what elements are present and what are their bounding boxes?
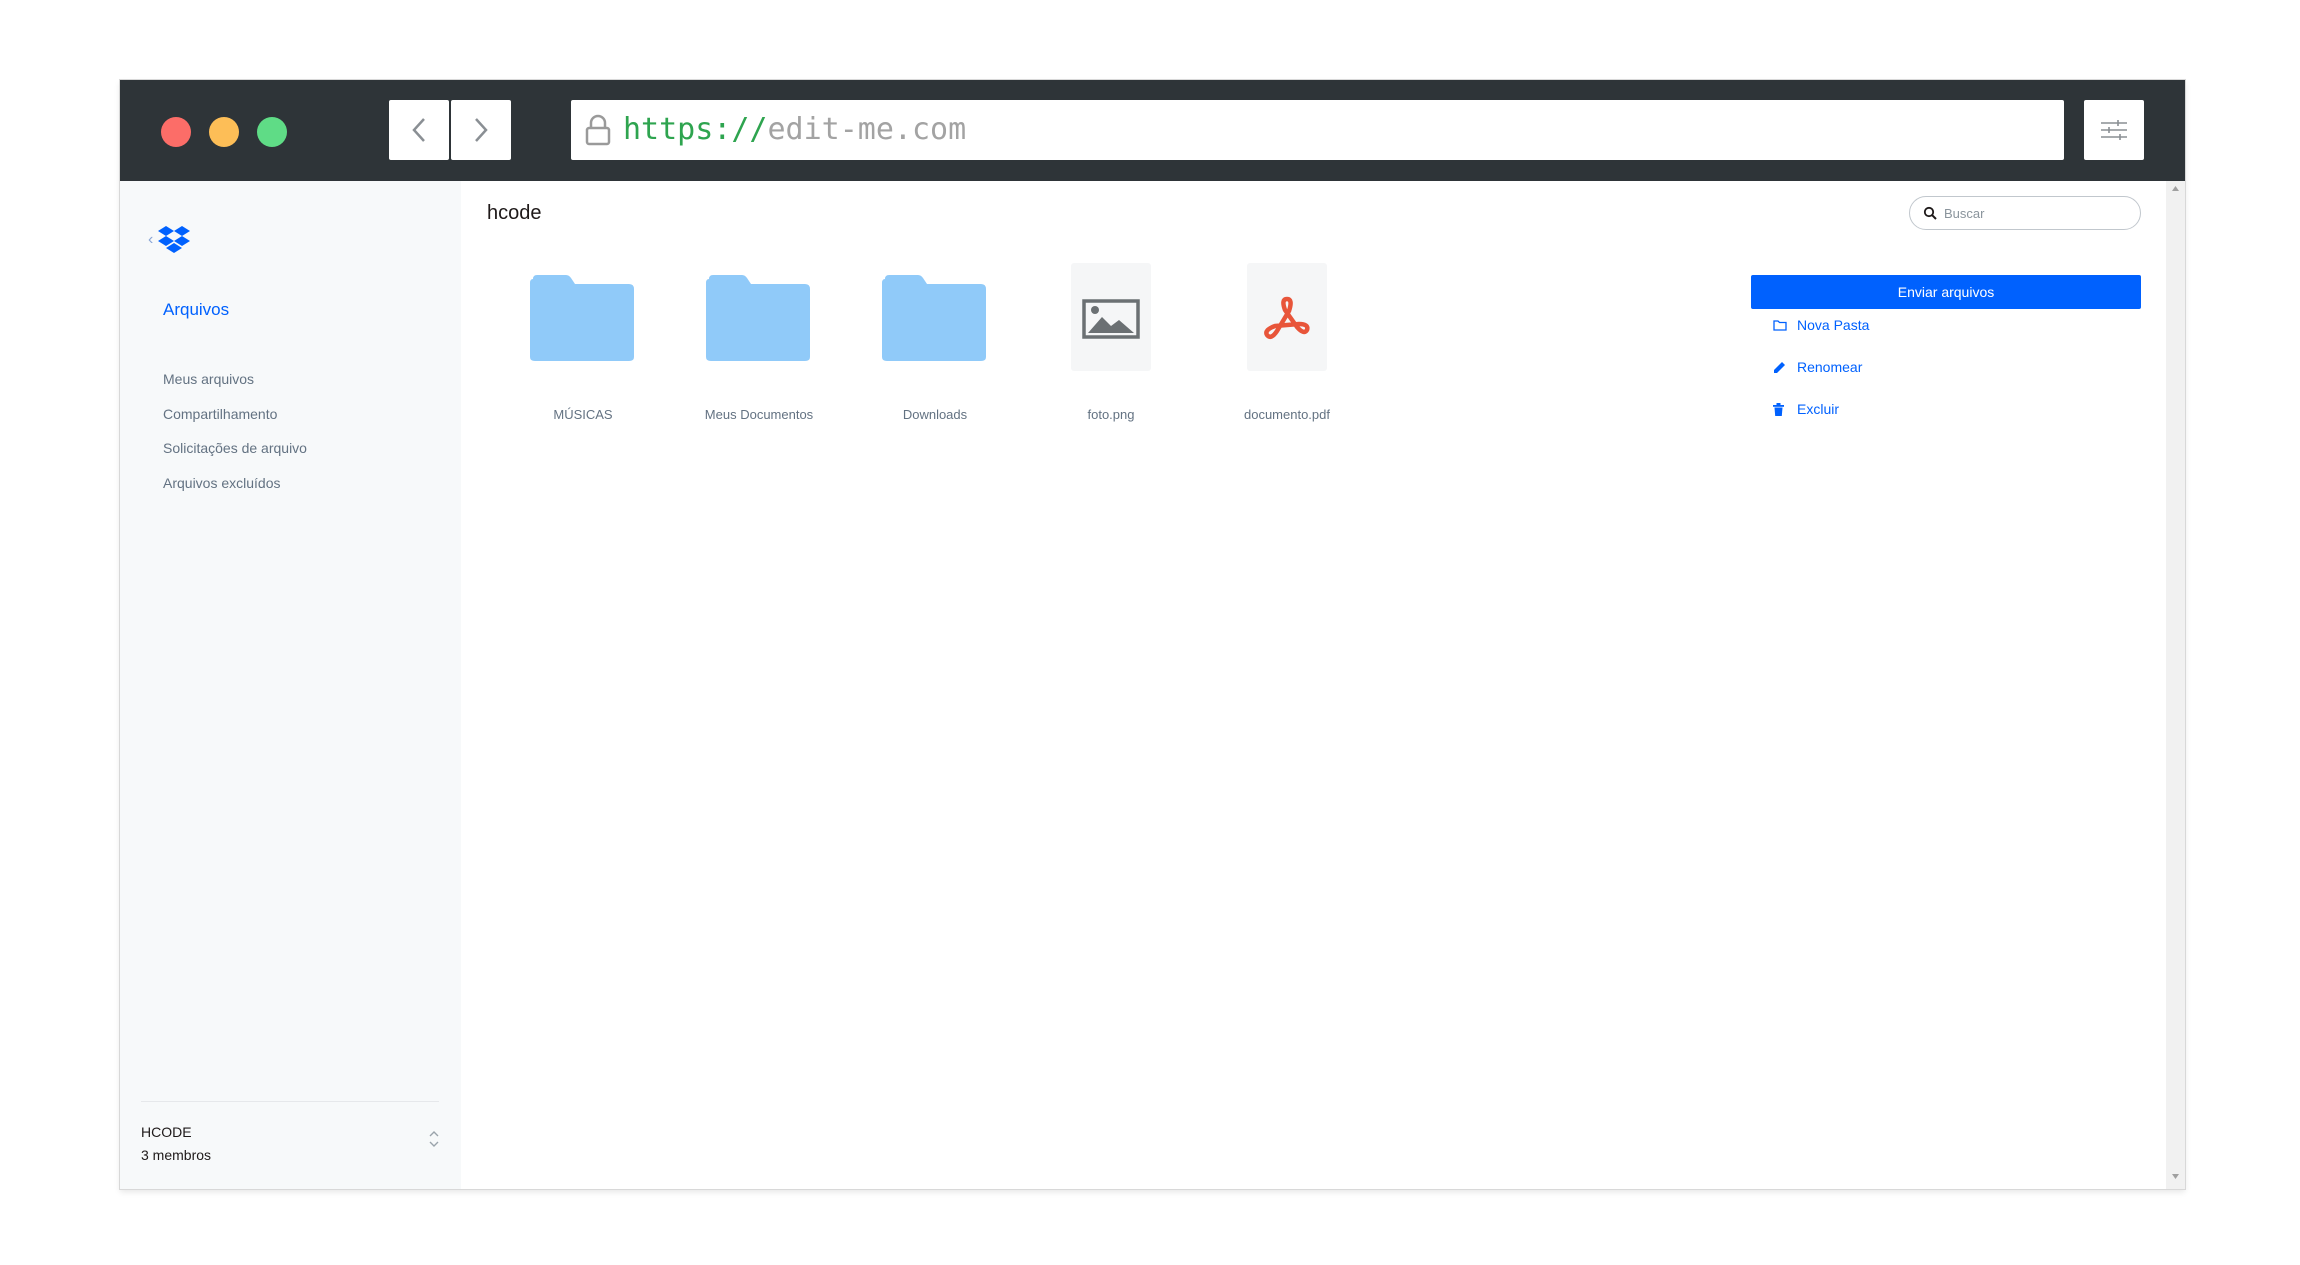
lock-icon: [585, 114, 611, 146]
image-file-icon: [1071, 263, 1151, 371]
url-scheme: https://: [623, 112, 768, 147]
folder-icon: [530, 275, 634, 361]
search-input[interactable]: [1944, 203, 2124, 223]
vertical-scrollbar[interactable]: [2166, 181, 2185, 1189]
sidebar-logo-link[interactable]: ‹: [148, 225, 191, 255]
delete-button[interactable]: Excluir: [1773, 397, 1839, 421]
chevron-left-icon: ‹: [148, 231, 154, 248]
new-folder-button[interactable]: Nova Pasta: [1773, 313, 1869, 337]
address-bar[interactable]: https://edit-me.com: [571, 100, 2064, 160]
maximize-window-button[interactable]: [257, 117, 287, 147]
sidebar-item-file-requests[interactable]: Solicitações de arquivo: [163, 438, 307, 473]
upload-files-button[interactable]: Enviar arquivos: [1751, 275, 2141, 309]
file-name: foto.png: [1087, 407, 1135, 422]
browser-window: https://edit-me.com ‹ Arquivos Meus arqu…: [120, 80, 2185, 1189]
main-content: hcode MÚSICAS Meus Documentos: [461, 181, 2166, 1189]
browser-titlebar: https://edit-me.com: [120, 80, 2185, 181]
sidebar-item-deleted-files[interactable]: Arquivos excluídos: [163, 473, 307, 508]
folder-outline-icon: [1773, 319, 1791, 331]
minimize-window-button[interactable]: [209, 117, 239, 147]
search-icon: [1923, 206, 1937, 220]
scroll-up-arrow-icon[interactable]: [2172, 186, 2179, 191]
rename-label: Renomear: [1797, 359, 1863, 375]
team-members-count: 3 membros: [141, 1147, 212, 1163]
chevron-right-icon: [475, 118, 488, 142]
sidebar-section-title[interactable]: Arquivos: [163, 300, 229, 320]
back-button[interactable]: [389, 100, 449, 160]
file-name: Meus Documentos: [704, 407, 814, 422]
breadcrumb[interactable]: hcode: [487, 202, 542, 225]
browser-settings-button[interactable]: [2084, 100, 2144, 160]
sliders-icon: [2101, 120, 2127, 140]
delete-label: Excluir: [1797, 401, 1840, 417]
file-name: Downloads: [902, 407, 968, 422]
pencil-icon: [1773, 361, 1791, 374]
dropbox-logo-icon: [158, 226, 191, 253]
rename-button[interactable]: Renomear: [1773, 355, 1862, 379]
file-name: MÚSICAS: [553, 407, 613, 422]
sidebar-item-sharing[interactable]: Compartilhamento: [163, 404, 307, 439]
trash-icon: [1773, 402, 1791, 416]
sidebar: ‹ Arquivos Meus arquivos Compartilhament…: [120, 181, 461, 1189]
sidebar-nav: Meus arquivos Compartilhamento Solicitaç…: [163, 369, 307, 507]
team-name[interactable]: HCODE: [141, 1124, 192, 1140]
sidebar-item-my-files[interactable]: Meus arquivos: [163, 369, 307, 404]
sidebar-divider: [141, 1101, 439, 1102]
scroll-down-arrow-icon[interactable]: [2172, 1174, 2179, 1179]
url-host: edit-me.com: [767, 112, 967, 147]
url-text: https://edit-me.com: [623, 100, 966, 160]
close-window-button[interactable]: [161, 117, 191, 147]
team-switcher-icon[interactable]: [429, 1129, 439, 1149]
chevron-left-icon: [412, 118, 425, 142]
new-folder-label: Nova Pasta: [1797, 317, 1870, 333]
search-box[interactable]: [1909, 196, 2141, 230]
folder-icon: [882, 275, 986, 361]
file-name: documento.pdf: [1243, 407, 1330, 422]
forward-button[interactable]: [451, 100, 511, 160]
pdf-file-icon: [1247, 263, 1327, 371]
folder-icon: [706, 275, 810, 361]
